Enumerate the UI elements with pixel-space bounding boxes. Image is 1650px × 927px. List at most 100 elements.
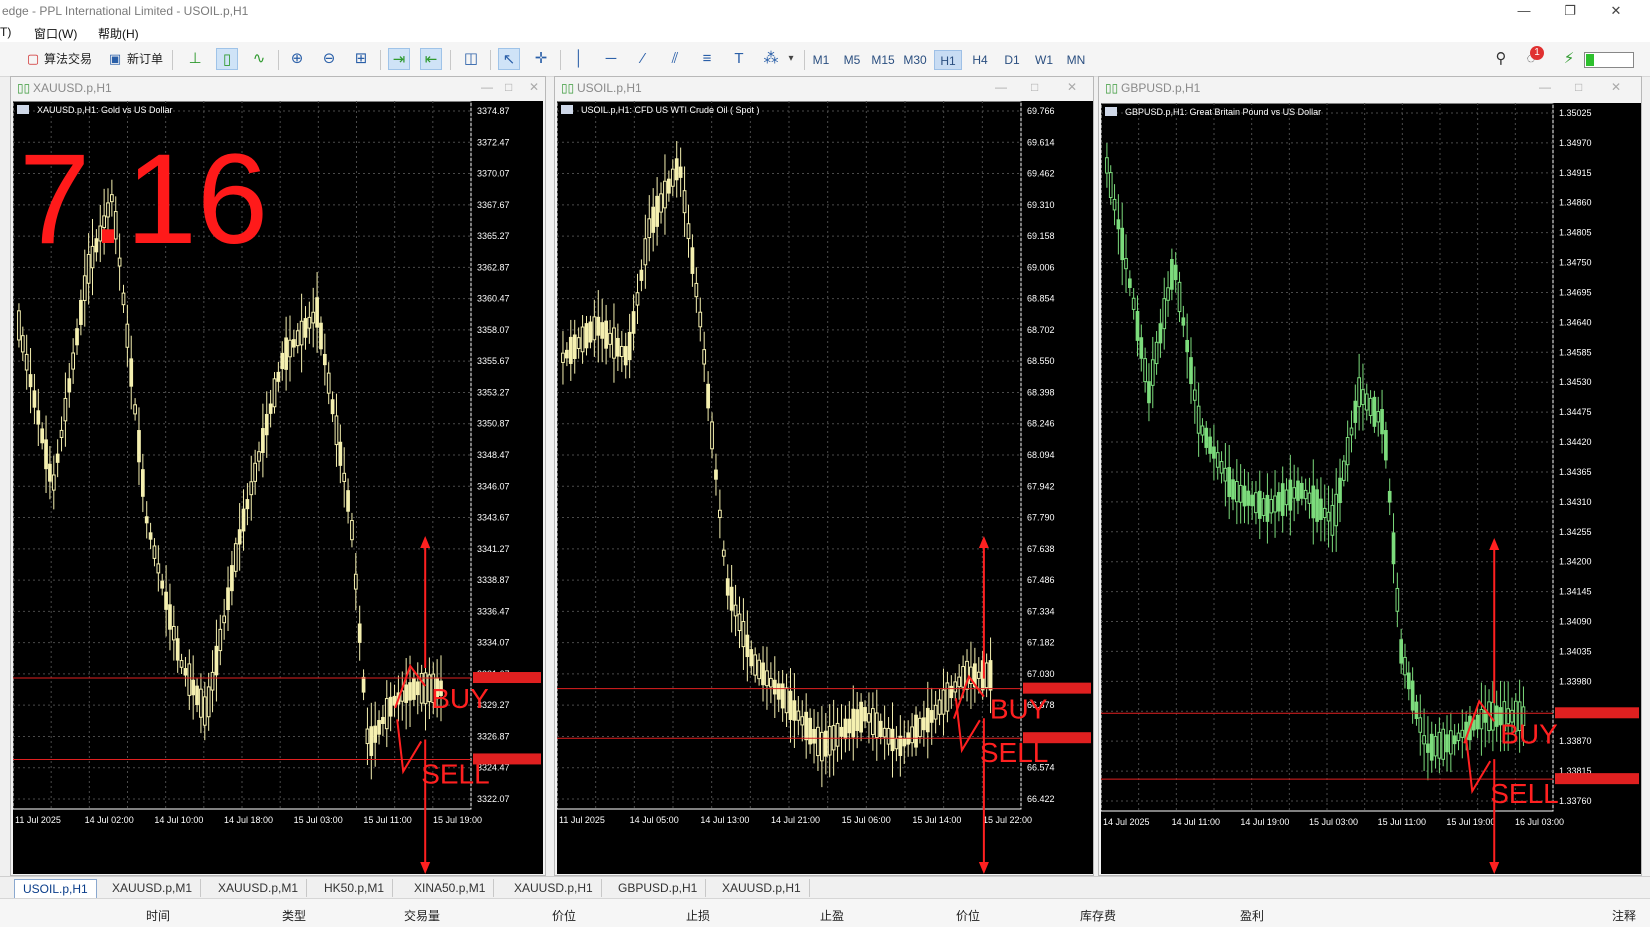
chevron-down-icon[interactable]: ▾ (780, 48, 802, 70)
algo-trading-button[interactable]: 算法交易 (44, 48, 92, 70)
chart-area[interactable]: 3374.87 3372.47 3370.07 3367.67 3365.27 3362.… (13, 101, 543, 874)
restore-button[interactable]: ❐ (1556, 2, 1584, 20)
candle-body (623, 346, 628, 366)
horizontal-line-icon[interactable]: ─ (600, 48, 622, 70)
column-swap[interactable]: 库存费 (1080, 907, 1116, 924)
algo-trading-icon[interactable]: ▢ (22, 48, 44, 70)
chart-shift-icon[interactable]: ⇤ (420, 48, 442, 70)
chart-area[interactable]: 1.35025 1.34970 1.34915 1.34860 1.34805 1.347… (1101, 103, 1641, 874)
crosshair-icon[interactable]: ✛ (530, 48, 552, 70)
tab-xauusd-m1-2[interactable]: XAUUSD.p,M1 (210, 879, 308, 897)
price-tick-label: 1.34310 (1559, 497, 1592, 507)
maximize-icon[interactable]: □ (505, 80, 512, 94)
time-tick-label: 14 Jul 2025 (1103, 817, 1150, 827)
time-tick-label: 15 Jul 11:00 (363, 815, 411, 825)
candle-body (1433, 736, 1438, 757)
candlestick-chart[interactable]: 1.35025 1.34970 1.34915 1.34860 1.34805 1.347… (1101, 103, 1641, 874)
column-time[interactable]: 时间 (146, 907, 170, 924)
autoscroll-icon[interactable]: ⇥ (388, 48, 410, 70)
timeframe-m1[interactable]: M1 (807, 50, 835, 70)
timeframe-m15[interactable]: M15 (869, 50, 897, 70)
arrowhead (978, 535, 989, 548)
timeframe-d1[interactable]: D1 (998, 50, 1026, 70)
menu-item-window[interactable]: 窗口(W) (34, 25, 77, 42)
zoom-in-icon[interactable]: ⊕ (286, 48, 308, 70)
tab-xauusd-h1[interactable]: XAUUSD.p,H1 (506, 879, 602, 897)
column-take-profit[interactable]: 止盈 (820, 907, 844, 924)
timeframe-h4[interactable]: H4 (966, 50, 994, 70)
chart-window-gbpusd[interactable]: ▯▯ GBPUSD.p,H1 — □ ✕ 1.35025 1.34970 1.349… (1098, 76, 1642, 876)
candle-body (694, 282, 699, 298)
column-profit[interactable]: 盈利 (1240, 907, 1264, 924)
candle-body (187, 663, 192, 696)
line-chart-icon[interactable]: ∿ (248, 48, 270, 70)
new-order-icon[interactable]: ▣ (104, 48, 126, 70)
price-tick-label: 3365.27 (477, 231, 510, 241)
column-comment[interactable]: 注释 (1612, 907, 1636, 924)
channel-icon[interactable]: ⫽ (664, 48, 686, 70)
flag-icon (561, 105, 573, 114)
timeframe-mn[interactable]: MN (1062, 50, 1090, 70)
candlestick-icon[interactable]: ▯ (216, 48, 238, 70)
column-type[interactable]: 类型 (282, 907, 306, 924)
maximize-icon[interactable]: □ (1575, 80, 1582, 94)
candle-body (886, 727, 891, 745)
minimize-icon[interactable]: — (481, 80, 493, 94)
maximize-icon[interactable]: □ (1031, 80, 1038, 94)
candlestick-chart[interactable]: 3374.87 3372.47 3370.07 3367.67 3365.27 3362.… (13, 101, 543, 874)
screenshot-icon[interactable]: ◫ (460, 48, 482, 70)
column-stop-loss[interactable]: 止损 (686, 907, 710, 924)
timeframe-w1[interactable]: W1 (1030, 50, 1058, 70)
shapes-icon[interactable]: ⁂ (760, 48, 782, 70)
minimize-icon[interactable]: — (995, 80, 1007, 94)
candle-body (299, 320, 304, 346)
toolbar-separator (172, 50, 173, 70)
tab-xauusd-h1-2[interactable]: XAUUSD.p,H1 (714, 879, 810, 897)
signal-icon[interactable]: ⚡ (1558, 48, 1580, 70)
price-tick-label: 3322.07 (477, 794, 510, 804)
chart-area[interactable]: 69.766 69.614 69.462 69.310 69.158 69.006 68.8… (557, 101, 1093, 874)
tab-xauusd-m1[interactable]: XAUUSD.p,M1 (104, 879, 202, 897)
notification-badge: 1 (1530, 46, 1544, 60)
close-icon[interactable]: ✕ (529, 80, 539, 94)
grid-icon[interactable]: ⊞ (350, 48, 372, 70)
column-price-2[interactable]: 价位 (956, 907, 980, 924)
chart-window-xauusd[interactable]: ▯▯ XAUUSD.p,H1 — □ ✕ 3374.87 3372.47 3370.… (10, 76, 546, 876)
trendline-icon[interactable]: ⁄ (632, 48, 654, 70)
candle-body (361, 676, 366, 693)
menu-item-help[interactable]: 帮助(H) (98, 25, 139, 42)
timeframe-h1[interactable]: H1 (934, 50, 962, 70)
text-tool-icon[interactable]: T (728, 48, 750, 70)
candle-body (392, 695, 397, 706)
close-icon[interactable]: ✕ (1067, 80, 1077, 94)
candle-body (152, 545, 157, 559)
minimize-icon[interactable]: — (1539, 80, 1551, 94)
candle-body (1372, 396, 1377, 427)
menu-item-tools[interactable]: T) (0, 25, 11, 39)
bar-chart-icon[interactable]: ⊥ (184, 48, 206, 70)
chart-window-usoil[interactable]: ▯▯ USOIL.p,H1 — □ ✕ 69.766 69.614 69.462 69… (554, 76, 1094, 876)
search-icon[interactable]: ⚲ (1490, 48, 1512, 70)
candle-body (1361, 389, 1365, 406)
new-order-button[interactable]: 新订单 (127, 48, 163, 70)
fibonacci-icon[interactable]: ≡ (696, 48, 718, 70)
timeframe-m5[interactable]: M5 (838, 50, 866, 70)
buy-label: BUY (1500, 718, 1558, 749)
close-button[interactable]: ✕ (1602, 2, 1630, 20)
tab-xina50-m1[interactable]: XINA50.p,M1 (406, 879, 495, 897)
tab-usoil-h1[interactable]: USOIL.p,H1 (14, 879, 97, 899)
zoom-out-icon[interactable]: ⊖ (318, 48, 340, 70)
column-volume[interactable]: 交易量 (404, 907, 440, 924)
cursor-icon[interactable]: ↖ (498, 48, 520, 70)
column-price[interactable]: 价位 (552, 907, 576, 924)
minimize-button[interactable]: — (1510, 2, 1538, 20)
tab-gbpusd-h1[interactable]: GBPUSD.p,H1 (610, 879, 707, 897)
close-icon[interactable]: ✕ (1611, 80, 1621, 94)
toolbar-separator (278, 50, 279, 70)
tab-hk50-m1[interactable]: HK50.p,M1 (316, 879, 394, 897)
candle-body (765, 670, 769, 687)
app-title: edge - PPL International Limited - USOIL… (2, 4, 249, 18)
timeframe-m30[interactable]: M30 (901, 50, 929, 70)
vertical-line-icon[interactable]: │ (568, 48, 590, 70)
candlestick-chart[interactable]: 69.766 69.614 69.462 69.310 69.158 69.006 68.8… (557, 101, 1093, 874)
